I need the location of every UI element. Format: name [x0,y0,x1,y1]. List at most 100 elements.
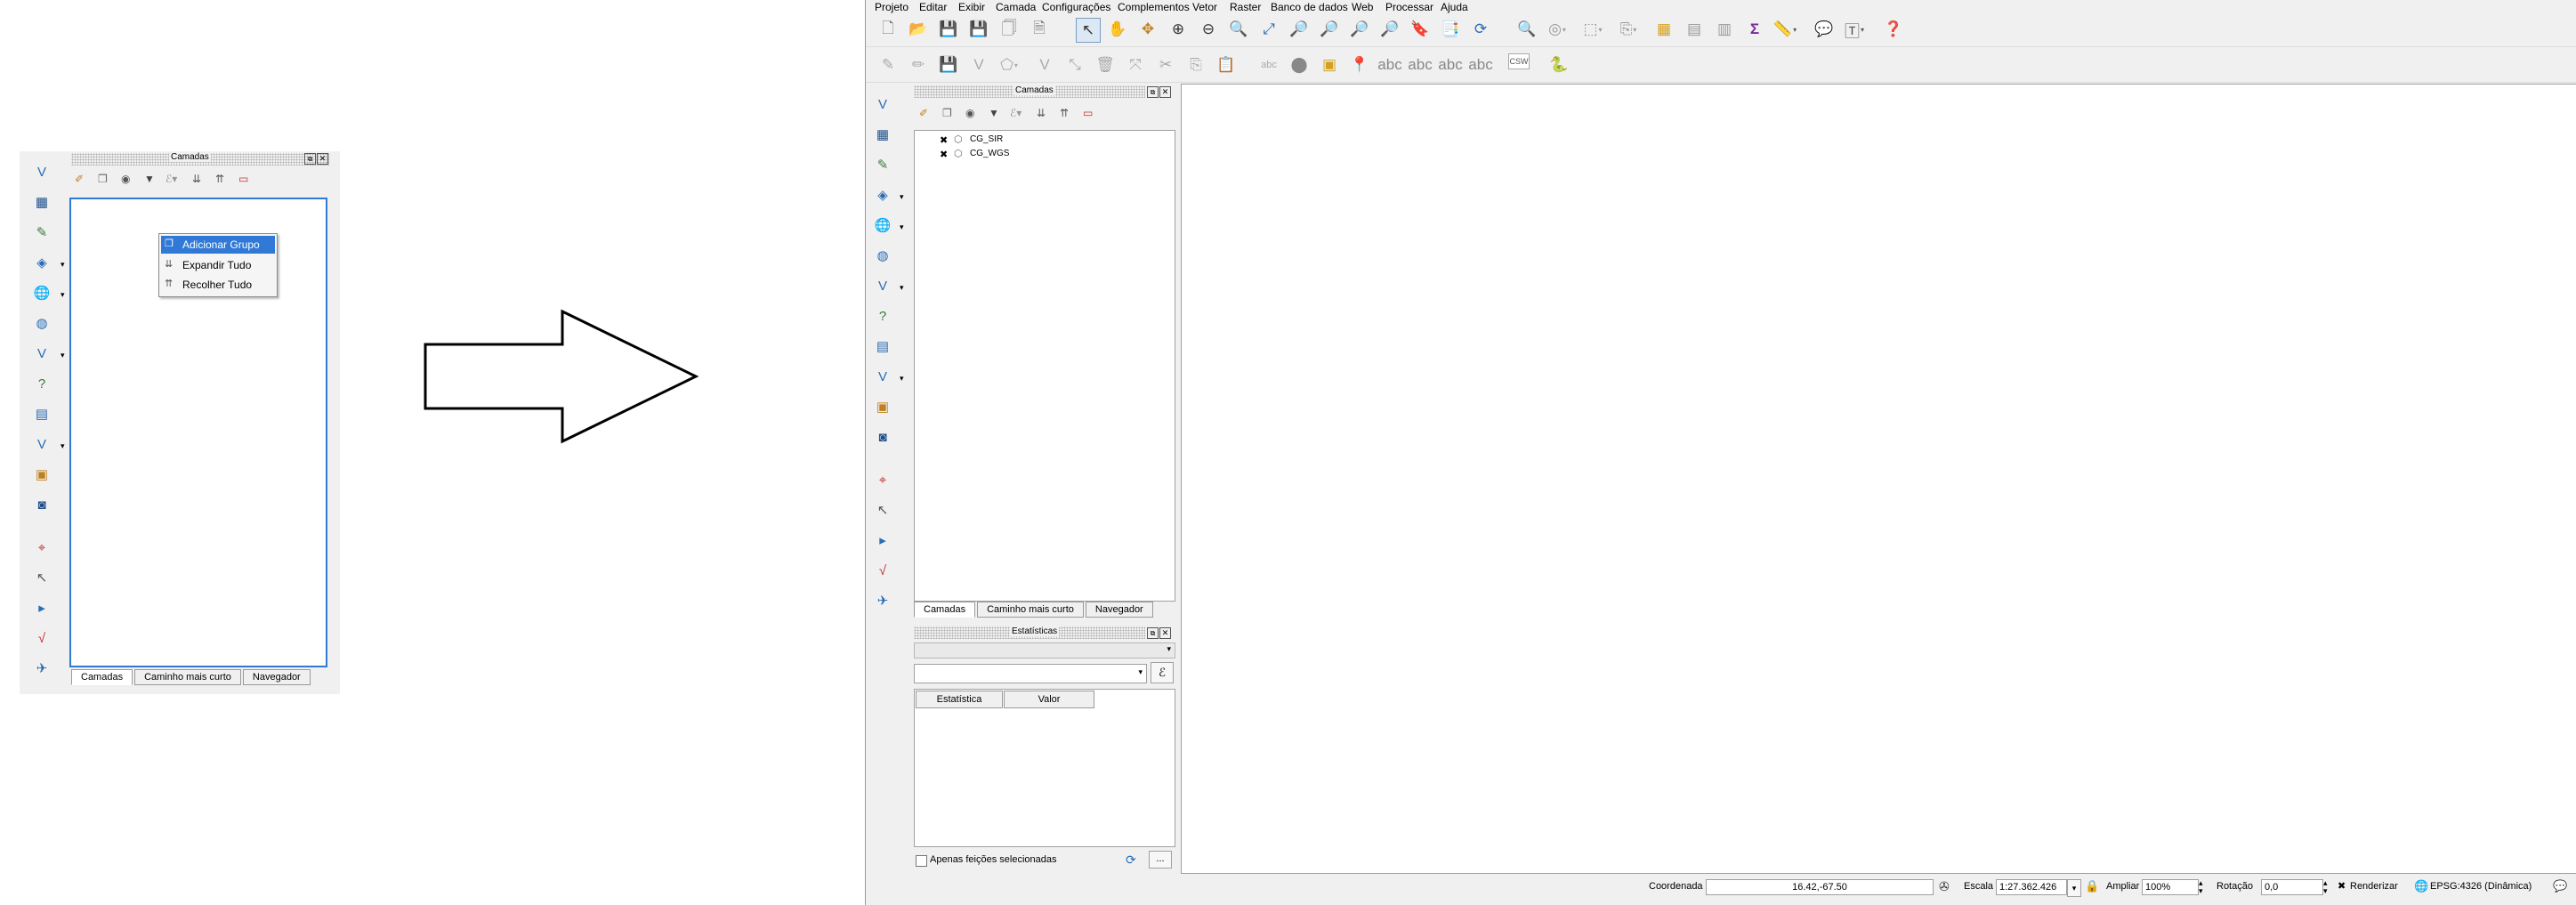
add-spatialite-icon[interactable]: ◈ [32,253,52,272]
render-checkbox-icon[interactable]: ✖ [2338,880,2346,892]
collapse-all-icon[interactable]: ⇈ [1060,107,1069,119]
dropdown-arrow-icon[interactable]: ▾ [61,441,65,451]
stats-layer-combo[interactable]: ▾ [914,642,1175,659]
menu-banco-de-dados[interactable]: Banco de dados [1271,1,1348,13]
filter-expression-icon[interactable]: ℰ▾ [1010,107,1022,119]
select-features-icon[interactable]: ◎ ▾ [1546,18,1569,41]
pan-map-selected-icon[interactable]: ↖ [1076,18,1101,43]
close-panel-icon[interactable]: ✕ [317,153,328,165]
add-gps-icon[interactable]: ? [873,306,892,326]
filter-expression-icon[interactable]: ℰ▾ [166,173,177,185]
modify-attributes-icon[interactable]: ⤡ [1063,53,1086,77]
move-feature-icon[interactable]: ⤧ [1124,53,1147,77]
new-bookmark-icon[interactable]: 🔖 [1409,18,1432,41]
layer-labeling-icon[interactable]: ⬤ [1288,53,1311,77]
zoom-layer-icon[interactable]: 🔎 [1318,18,1341,41]
new-project-icon[interactable]: 🗋 [876,18,900,41]
refresh-icon[interactable]: ⟳ [1469,18,1492,41]
current-edits-icon[interactable]: ✎ [876,53,900,77]
menu-ajuda[interactable]: Ajuda [1441,1,1468,13]
collapse-all-icon[interactable]: ⇈ [215,173,224,185]
expand-all-icon[interactable]: ⇊ [1037,107,1046,119]
close-panel-icon[interactable]: ✕ [1159,627,1171,639]
log-messages-icon[interactable]: 💬 [2553,879,2567,893]
menu-raster[interactable]: Raster [1230,1,1261,13]
menu-vetor[interactable]: Vetor [1192,1,1217,13]
change-label-icon[interactable]: abc [1468,53,1492,77]
zoom-selection-icon[interactable]: 🔎 [1288,18,1311,41]
lock-scale-icon[interactable]: 🔒 [2085,879,2099,893]
zoom-field[interactable] [2142,879,2199,895]
dropdown-arrow-icon[interactable]: ▾ [900,192,904,202]
help-icon[interactable]: ❓ [1882,18,1905,41]
new-temp-layer-icon[interactable]: ▣ [873,397,892,416]
style-icon[interactable]: ✐ [919,107,928,119]
tab-camadas[interactable]: Camadas [71,669,133,685]
add-spatialite-icon[interactable]: ◈ [873,185,892,205]
rotation-spin-icon[interactable]: ▴ ▾ [2323,879,2328,895]
text-annotation-icon[interactable]: 🅃 ▾ [1843,18,1866,41]
stats-field-combo[interactable]: ▾ [914,664,1147,683]
delete-selected-icon[interactable]: 🗑 [1094,53,1117,77]
csw-icon[interactable]: CSW [1508,53,1530,69]
crs-label[interactable]: EPSG:4326 (Dinâmica) [2430,881,2532,892]
add-delimited-text-icon[interactable]: ✎ [873,155,892,174]
toggle-editing-icon[interactable]: ✏ [907,53,930,77]
zoom-in-icon[interactable]: ⊕ [1167,18,1190,41]
save-edits-icon[interactable]: 💾 [937,53,960,77]
menu-camada[interactable]: Camada [996,1,1036,13]
crs-icon[interactable]: 🌐 [2414,879,2428,893]
add-wcs-icon[interactable]: ◍ [32,313,52,333]
layer-tree[interactable]: ✖ ⬡ CG_SIR ✖ ⬡ CG_WGS [914,130,1175,602]
rotation-field[interactable] [2261,879,2323,895]
label-tool-icon[interactable]: abc [1257,53,1280,77]
add-virtual-layer-icon[interactable]: ◙ [873,427,892,447]
context-menu-item[interactable]: ⇈ Recolher Tudo [161,276,275,294]
show-hide-labels-icon[interactable]: abc [1377,53,1401,77]
select-icon[interactable]: ↖ [32,568,52,587]
tab-navegador[interactable]: Navegador [1085,602,1153,618]
visibility-icon[interactable]: ◉ [121,173,130,185]
open-attribute-table-icon[interactable]: ▦ [1652,18,1676,41]
remove-layer-icon[interactable]: ▭ [238,173,248,185]
scale-dropdown-icon[interactable]: ▾ [2067,879,2081,897]
tab-camadas[interactable]: Camadas [914,602,976,618]
tab-navegador[interactable]: Navegador [242,669,311,685]
pan-icon[interactable]: ✋ [1106,18,1129,41]
dropdown-arrow-icon[interactable]: ▾ [61,290,65,300]
coordinate-field[interactable] [1706,879,1934,895]
pin-labels-icon[interactable]: 📍 [1348,53,1371,77]
menu-complementos[interactable]: Complementos [1118,1,1190,13]
zoom-spin-icon[interactable]: ▴ ▾ [2199,879,2203,895]
layer-checkbox-icon[interactable]: ✖ [940,149,948,160]
float-panel-icon[interactable]: ⧉ [1147,627,1159,639]
add-raster-layer-icon[interactable]: ▦ [873,125,892,144]
paste-icon[interactable]: 📋 [1215,53,1238,77]
field-calculator-icon[interactable]: √ [32,628,52,648]
label-highlight-icon[interactable]: ▣ [1318,53,1341,77]
field-calculator-icon[interactable]: √ [873,561,892,580]
deselect-icon[interactable]: ⎘ ▾ [1617,18,1640,41]
add-mssql-icon[interactable]: ▤ [873,336,892,356]
python-console-icon[interactable]: 🐍 [1547,53,1571,77]
add-gps-icon[interactable]: ? [32,374,52,393]
rotate-label-icon[interactable]: abc [1438,53,1462,77]
add-point-icon[interactable]: ⌖ [873,470,892,489]
dropdown-arrow-icon[interactable]: ▾ [900,374,904,384]
filter-icon[interactable]: ▼ [144,173,155,185]
show-bookmarks-icon[interactable]: 📑 [1439,18,1462,41]
add-wfs-icon[interactable]: V [32,343,52,363]
add-vector-layer-icon[interactable]: V [32,162,52,182]
measure-line-icon[interactable]: 📏 ▾ [1773,18,1797,41]
layout-manager-icon[interactable]: 🗎 [1028,18,1051,41]
add-raster-layer-icon[interactable]: ▦ [32,192,52,212]
new-shapefile-icon[interactable]: V [32,434,52,454]
pan-to-selection-icon[interactable]: ✥ [1136,18,1159,41]
zoom-last-icon[interactable]: 🔎 [1348,18,1371,41]
menu-configuracoes[interactable]: Configurações [1042,1,1110,13]
add-group-icon[interactable]: ❐ [98,173,108,185]
stats-header-statistica[interactable]: Estatística [916,691,1003,708]
zoom-11-icon[interactable]: 🔍 [1227,18,1250,41]
dropdown-arrow-icon[interactable]: ▾ [61,260,65,270]
add-group-icon[interactable]: ❐ [942,107,952,119]
